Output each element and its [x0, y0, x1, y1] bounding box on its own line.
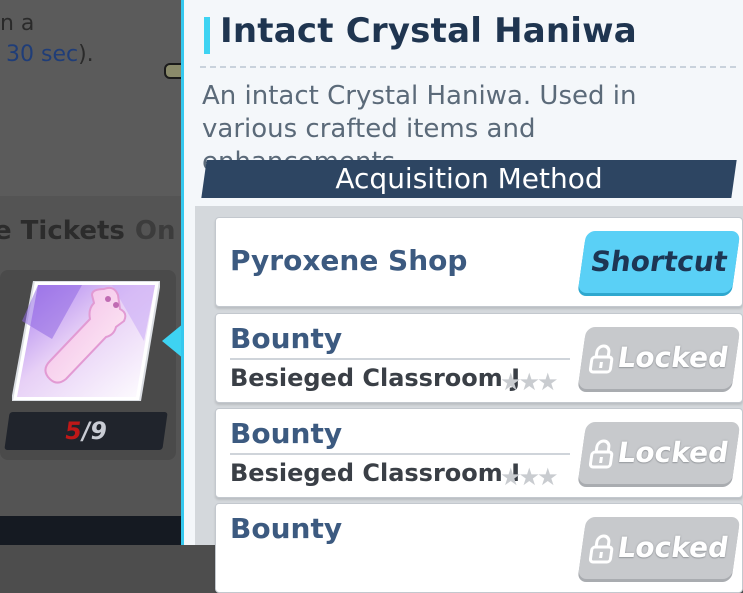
star-rating-icon: ★★★	[500, 463, 559, 491]
acquisition-item-bounty-i: Bounty Besieged Classroom I ★★★ Locked	[215, 408, 743, 498]
locked-button-label: Locked	[615, 436, 731, 469]
locked-button-content: Locked	[578, 517, 741, 579]
crystal-haniwa-item-icon[interactable]	[12, 281, 160, 401]
acquisition-name: Pyroxene Shop	[230, 244, 468, 277]
acquisition-name: Bounty	[230, 512, 343, 545]
item-info-panel: Intact Crystal Haniwa An intact Crystal …	[181, 0, 743, 593]
star-rating-icon: ★★★	[500, 368, 559, 396]
locked-button-label: Locked	[615, 531, 731, 564]
acquisition-item-bounty-partial: Bounty Locked	[215, 503, 743, 593]
acquisition-header-title: Acquisition Method	[335, 162, 603, 195]
stage-name: Besieged Classroom I	[230, 459, 521, 487]
locked-button[interactable]: Locked	[577, 422, 741, 484]
stage-name: Besieged Classroom J	[230, 364, 521, 392]
item-title: Intact Crystal Haniwa	[220, 11, 637, 51]
card-divider	[230, 358, 570, 360]
shortcut-button[interactable]: Shortcut	[577, 231, 741, 293]
shortcut-button-label: Shortcut	[588, 245, 730, 278]
item-count-badge: 5/9	[4, 412, 168, 450]
tickets-label: e Tickets	[0, 216, 125, 246]
item-count-max: 9	[88, 417, 110, 445]
locked-button-content: Locked	[578, 422, 741, 484]
title-divider	[200, 66, 736, 68]
tickets-state: On	[134, 216, 176, 246]
background-time-link: 30 sec	[6, 42, 79, 67]
acquisition-name: Bounty	[230, 322, 343, 355]
acquisition-list[interactable]: Pyroxene Shop Shortcut Bounty Besieged C…	[195, 206, 743, 593]
lock-icon	[588, 439, 613, 469]
tickets-row: e Tickets On	[0, 216, 176, 246]
background-text-line1: n a	[0, 11, 35, 36]
lock-icon	[588, 344, 613, 374]
background-text-line2: 30 sec).	[6, 42, 94, 67]
background-text-suffix: ).	[78, 42, 94, 67]
title-accent-bar	[204, 17, 210, 54]
acquisition-item-bounty-j: Bounty Besieged Classroom J ★★★ Locked	[215, 313, 743, 403]
locked-button[interactable]: Locked	[577, 327, 741, 389]
acquisition-name: Bounty	[230, 417, 343, 450]
locked-button-content: Locked	[578, 327, 741, 389]
card-divider	[230, 453, 570, 455]
locked-button[interactable]: Locked	[577, 517, 741, 579]
locked-button-label: Locked	[615, 341, 731, 374]
acquisition-item-pyroxene-shop: Pyroxene Shop Shortcut	[215, 217, 743, 307]
lock-icon	[588, 534, 613, 564]
background-bottom-bar	[0, 516, 181, 545]
